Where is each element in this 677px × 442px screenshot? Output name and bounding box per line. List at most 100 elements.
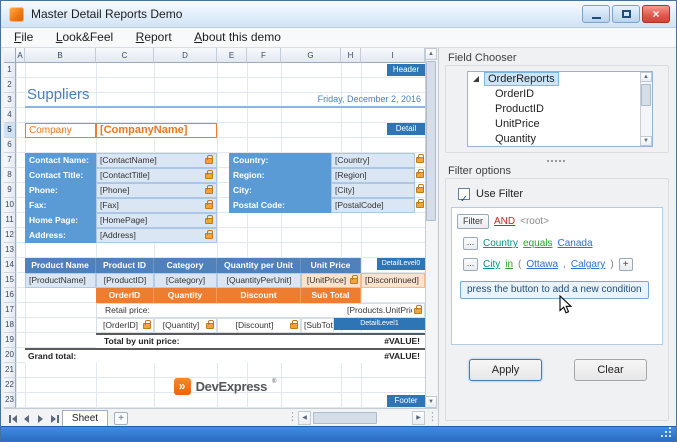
field-value-address[interactable]: [Address] bbox=[96, 228, 217, 243]
retail-price-row[interactable]: Retail price: [Products.UnitPrice] bbox=[96, 303, 425, 318]
field-value-country[interactable]: [Country] bbox=[331, 153, 415, 168]
row-header-1[interactable]: 1 bbox=[4, 63, 16, 78]
column-header-D[interactable]: D bbox=[154, 48, 217, 63]
order-header-cell[interactable]: Sub Total bbox=[301, 288, 361, 303]
use-filter-checkbox[interactable]: ✓ bbox=[458, 188, 470, 200]
condition-field-link[interactable]: Country bbox=[483, 238, 518, 249]
menu-lookandfeel[interactable]: Look&Feel bbox=[47, 28, 122, 47]
order-value-cell[interactable]: [Discount] bbox=[217, 318, 301, 333]
row-header-23[interactable]: 23 bbox=[4, 393, 16, 408]
condition-menu-button[interactable]: ... bbox=[463, 237, 478, 250]
column-header-I[interactable]: I bbox=[361, 48, 425, 63]
row-header-16[interactable]: 16 bbox=[4, 288, 16, 303]
horizontal-scroll-thumb[interactable] bbox=[313, 412, 377, 424]
row-header-13[interactable]: 13 bbox=[4, 243, 16, 258]
row-header-12[interactable]: 12 bbox=[4, 228, 16, 243]
add-value-button[interactable]: + bbox=[619, 258, 633, 271]
field-value-contact-name[interactable]: [ContactName] bbox=[96, 153, 217, 168]
row-header-5[interactable]: 5 bbox=[4, 123, 16, 138]
field-label-fax[interactable]: Fax: bbox=[25, 198, 96, 213]
condition-operator-link[interactable]: in bbox=[505, 259, 513, 270]
minimize-button[interactable] bbox=[582, 5, 610, 23]
report-title[interactable]: Suppliers bbox=[27, 86, 90, 103]
row-header-10[interactable]: 10 bbox=[4, 198, 16, 213]
product-header-cell[interactable]: Product ID bbox=[96, 258, 154, 273]
row-header-19[interactable]: 19 bbox=[4, 333, 16, 348]
resize-grip-icon[interactable] bbox=[669, 435, 671, 437]
scroll-up-button[interactable]: ▲ bbox=[425, 48, 437, 60]
field-label-phone[interactable]: Phone: bbox=[25, 183, 96, 198]
close-button[interactable]: × bbox=[642, 5, 670, 23]
column-header-E[interactable]: E bbox=[217, 48, 247, 63]
vertical-scroll-thumb[interactable] bbox=[426, 61, 436, 221]
panel-splitter-handle[interactable] bbox=[547, 160, 549, 162]
devexpress-logo[interactable]: » DevExpress ® bbox=[25, 377, 425, 396]
condition-value-link[interactable]: Ottawa bbox=[526, 259, 558, 270]
column-header-B[interactable]: B bbox=[25, 48, 96, 63]
field-label-region[interactable]: Region: bbox=[229, 168, 331, 183]
use-filter-label[interactable]: Use Filter bbox=[476, 188, 523, 200]
tree-node-productid[interactable]: ProductID bbox=[495, 102, 544, 117]
field-label-address[interactable]: Address: bbox=[25, 228, 96, 243]
field-value-postal-code[interactable]: [PostalCode] bbox=[331, 198, 415, 213]
row-header-21[interactable]: 21 bbox=[4, 363, 16, 378]
band-tag-detaillevel1[interactable]: DetailLevel1 bbox=[334, 318, 425, 330]
tree-scroll-thumb[interactable] bbox=[641, 84, 651, 106]
tab-splitter-icon[interactable]: ⋮ bbox=[287, 410, 298, 424]
row-header-6[interactable]: 6 bbox=[4, 138, 16, 153]
column-header-F[interactable]: F bbox=[247, 48, 281, 63]
expand-icon[interactable] bbox=[473, 76, 479, 82]
condition-value-link[interactable]: Canada bbox=[557, 238, 592, 249]
field-label-postal-code[interactable]: Postal Code: bbox=[229, 198, 331, 213]
corner-splitter-icon[interactable]: ⋮ bbox=[427, 410, 438, 424]
row-header-20[interactable]: 20 bbox=[4, 348, 16, 363]
field-label-home-page[interactable]: Home Page: bbox=[25, 213, 96, 228]
product-value-cell[interactable]: [ProductName] bbox=[25, 273, 96, 288]
row-header-18[interactable]: 18 bbox=[4, 318, 16, 333]
condition-operator-link[interactable]: equals bbox=[523, 238, 552, 249]
column-header-H[interactable]: H bbox=[341, 48, 361, 63]
report-date[interactable]: Friday, December 2, 2016 bbox=[251, 94, 421, 104]
row-header-3[interactable]: 3 bbox=[4, 93, 16, 108]
row-header-11[interactable]: 11 bbox=[4, 213, 16, 228]
order-value-cell[interactable]: [Quantity] bbox=[154, 318, 217, 333]
prev-sheet-button[interactable] bbox=[20, 413, 33, 424]
field-value-fax[interactable]: [Fax] bbox=[96, 198, 217, 213]
band-tag-detaillevel0[interactable]: DetailLevel0 bbox=[377, 258, 425, 270]
field-value-city[interactable]: [City] bbox=[331, 183, 415, 198]
tree-node-orderid[interactable]: OrderID bbox=[495, 87, 534, 102]
field-label-contact-name[interactable]: Contact Name: bbox=[25, 153, 96, 168]
product-header-cell[interactable]: Quantity per Unit bbox=[217, 258, 301, 273]
row-header-9[interactable]: 9 bbox=[4, 183, 16, 198]
product-value-cell[interactable]: [Discontinued] bbox=[361, 273, 425, 288]
field-value-home-page[interactable]: [HomePage] bbox=[96, 213, 217, 228]
apply-button[interactable]: Apply bbox=[469, 359, 542, 381]
order-value-cell[interactable]: [SubTotal] bbox=[301, 318, 334, 333]
clear-button[interactable]: Clear bbox=[574, 359, 647, 381]
order-header-cell[interactable]: OrderID bbox=[96, 288, 154, 303]
next-sheet-button[interactable] bbox=[34, 413, 47, 424]
product-header-cell[interactable]: Unit Price bbox=[301, 258, 361, 273]
product-header-cell[interactable]: Category bbox=[154, 258, 217, 273]
order-header-cell[interactable]: Discount bbox=[217, 288, 301, 303]
row-header-4[interactable]: 4 bbox=[4, 108, 16, 123]
row-header-22[interactable]: 22 bbox=[4, 378, 16, 393]
sheet-tab[interactable]: Sheet bbox=[62, 410, 108, 427]
row-header-2[interactable]: 2 bbox=[4, 78, 16, 93]
scroll-right-button[interactable]: ▶ bbox=[412, 411, 425, 425]
field-label-country[interactable]: Country: bbox=[229, 153, 331, 168]
band-tag-header[interactable]: Header bbox=[387, 64, 425, 76]
menu-file[interactable]: File bbox=[5, 28, 42, 47]
band-tag-detail[interactable]: Detail bbox=[387, 123, 425, 135]
condition-value-link[interactable]: Calgary bbox=[571, 259, 605, 270]
field-label-city[interactable]: City: bbox=[229, 183, 331, 198]
company-value-cell[interactable]: [CompanyName] bbox=[96, 123, 217, 138]
column-header-A[interactable]: A bbox=[16, 48, 25, 63]
product-value-cell[interactable]: [UnitPrice] bbox=[301, 273, 361, 288]
product-value-cell[interactable]: [QuantityPerUnit] bbox=[217, 273, 301, 288]
tree-node-quantity[interactable]: Quantity bbox=[495, 132, 536, 147]
row-header-8[interactable]: 8 bbox=[4, 168, 16, 183]
company-label-cell[interactable]: Company bbox=[25, 123, 96, 138]
maximize-button[interactable] bbox=[612, 5, 640, 23]
product-header-cell[interactable]: Product Name bbox=[25, 258, 96, 273]
